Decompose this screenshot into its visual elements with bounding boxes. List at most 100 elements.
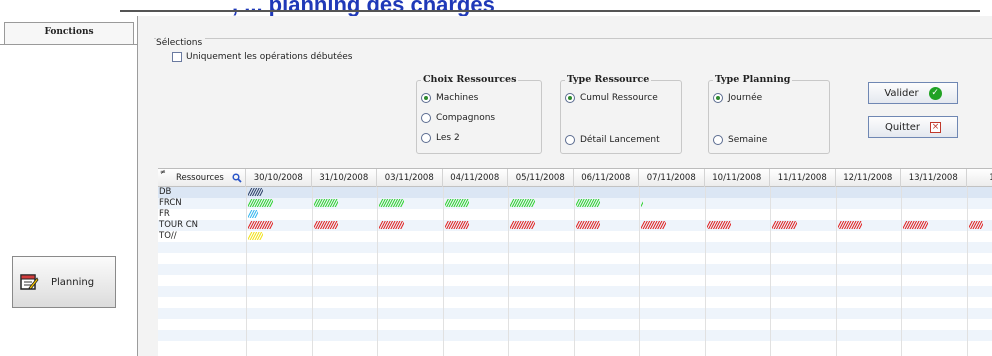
date-column-header[interactable]: 10/11/2008 <box>705 169 770 187</box>
checkmark-icon: ✓ <box>928 86 942 100</box>
load-bar[interactable]: ////////// <box>510 198 535 209</box>
search-icon[interactable] <box>232 173 242 183</box>
type-planning-group: Type Planning Journée Semaine <box>708 74 830 154</box>
load-bar[interactable]: ////// <box>969 220 984 231</box>
close-icon: × <box>930 121 942 133</box>
resource-name: FRCN <box>159 198 182 208</box>
load-bar[interactable]: ////////// <box>838 220 863 231</box>
planning-button[interactable]: Planning <box>12 256 116 308</box>
table-row[interactable] <box>158 242 992 253</box>
load-bar[interactable]: ////////// <box>248 198 273 209</box>
column-separator <box>246 187 247 356</box>
load-bar[interactable]: ////// <box>248 187 263 198</box>
checkbox-box[interactable] <box>172 52 182 62</box>
radio-dot[interactable] <box>713 135 723 145</box>
only-started-checkbox[interactable]: Uniquement les opérations débutées <box>172 52 352 62</box>
table-row[interactable] <box>158 286 992 297</box>
load-bar[interactable]: //// <box>248 209 258 220</box>
radio-compagnons[interactable]: Compagnons <box>421 113 495 123</box>
table-row[interactable]: FR //// <box>158 209 992 220</box>
load-bar[interactable]: ////////// <box>379 220 404 231</box>
table-row[interactable] <box>158 264 992 275</box>
load-bar[interactable]: ////////// <box>576 198 601 209</box>
date-column-header[interactable]: 03/11/2008 <box>377 169 443 187</box>
date-column-header[interactable]: 07/11/2008 <box>639 169 705 187</box>
planning-calendar-icon <box>19 272 39 292</box>
column-separator <box>442 187 444 356</box>
table-row[interactable] <box>158 308 992 319</box>
radio-journee[interactable]: Journée <box>713 93 762 103</box>
column-separator <box>835 187 837 356</box>
date-column-header[interactable]: 12/11/2008 <box>836 169 901 187</box>
column-separator <box>311 187 313 356</box>
date-column-header[interactable]: 11/11/2008 <box>770 169 836 187</box>
table-row[interactable] <box>158 253 992 264</box>
load-bar[interactable]: ////////// <box>641 220 666 231</box>
title-bar: , ... planning des charges <box>0 0 992 16</box>
radio-compagnons-label: Compagnons <box>436 113 496 123</box>
table-row[interactable] <box>158 330 992 341</box>
date-column-header[interactable]: 05/11/2008 <box>508 169 574 187</box>
table-row[interactable]: TO// ////// <box>158 231 992 242</box>
tab-fonctions[interactable]: Fonctions <box>4 22 134 44</box>
date-column-header[interactable]: 14/1 <box>967 169 992 187</box>
resource-column-header[interactable]: ≠ Ressources <box>158 169 246 187</box>
radio-journee-label: Journée <box>728 93 763 103</box>
date-column-header[interactable]: 31/10/2008 <box>312 169 377 187</box>
load-bar[interactable]: ////////// <box>576 220 601 231</box>
date-column-header[interactable]: 06/11/2008 <box>574 169 639 187</box>
grid-header: ≠ Ressources 30/10/2008 31/10/2008 03/11/2… <box>158 169 992 187</box>
type-ressource-group: Type Ressource Cumul Ressource Détail La… <box>560 74 682 154</box>
table-row[interactable] <box>158 275 992 286</box>
radio-dot[interactable] <box>421 113 431 123</box>
radio-dot[interactable] <box>421 133 431 143</box>
quitter-button[interactable]: Quitter × <box>868 116 958 138</box>
column-separator <box>770 187 771 356</box>
type-ressource-title: Type Ressource <box>565 74 652 85</box>
radio-dot[interactable] <box>421 93 431 103</box>
load-bar[interactable]: ////////// <box>248 220 273 231</box>
resource-name: DB <box>159 187 172 197</box>
load-bar[interactable]: ////////// <box>445 220 470 231</box>
table-row[interactable] <box>158 297 992 308</box>
radio-dot[interactable] <box>565 135 575 145</box>
column-separator <box>966 187 968 356</box>
window-title: , ... planning des charges <box>232 0 495 16</box>
title-underline <box>120 10 980 12</box>
load-bar[interactable]: ////////// <box>903 220 928 231</box>
radio-les-2-label: Les 2 <box>436 133 460 143</box>
valider-button[interactable]: Valider ✓ <box>868 82 958 104</box>
load-bar[interactable]: ////////// <box>510 220 535 231</box>
load-bar[interactable]: / <box>641 198 643 209</box>
column-separator <box>508 187 509 356</box>
radio-semaine-label: Semaine <box>728 135 768 145</box>
load-bar[interactable]: ////////// <box>314 198 339 209</box>
table-row[interactable]: TOUR CN/////////////////////////////////… <box>158 220 992 231</box>
quitter-label: Quitter <box>884 121 921 133</box>
radio-detail-lancement[interactable]: Détail Lancement <box>565 135 660 145</box>
date-column-header[interactable]: 04/11/2008 <box>443 169 508 187</box>
date-column-header[interactable]: 30/10/2008 <box>246 169 312 187</box>
load-bar[interactable]: ////////// <box>772 220 797 231</box>
radio-cumul-ressource[interactable]: Cumul Ressource <box>565 93 658 103</box>
table-row[interactable]: FRCN////////////////////////////////////… <box>158 198 992 209</box>
choix-ressources-group: Choix Ressources Machines Compagnons Les… <box>416 74 542 154</box>
radio-semaine[interactable]: Semaine <box>713 135 767 145</box>
radio-dot[interactable] <box>713 93 723 103</box>
load-bar[interactable]: ////////// <box>379 198 404 209</box>
load-bar[interactable]: ////// <box>248 231 263 242</box>
load-bar[interactable]: ////////// <box>445 198 470 209</box>
load-bar[interactable]: ////////// <box>707 220 732 231</box>
load-bar[interactable]: ////////// <box>314 220 339 231</box>
column-separator <box>704 187 706 356</box>
radio-les-2[interactable]: Les 2 <box>421 133 460 143</box>
choix-ressources-title: Choix Ressources <box>421 74 519 85</box>
planning-grid[interactable]: ≠ Ressources 30/10/2008 31/10/2008 03/11/2… <box>158 168 992 356</box>
table-row[interactable]: DB ////// <box>158 187 992 198</box>
radio-dot[interactable] <box>565 93 575 103</box>
tab-divider <box>0 44 138 45</box>
table-row[interactable] <box>158 319 992 330</box>
column-separator <box>377 187 378 356</box>
date-column-header[interactable]: 13/11/2008 <box>901 169 967 187</box>
radio-machines[interactable]: Machines <box>421 93 478 103</box>
